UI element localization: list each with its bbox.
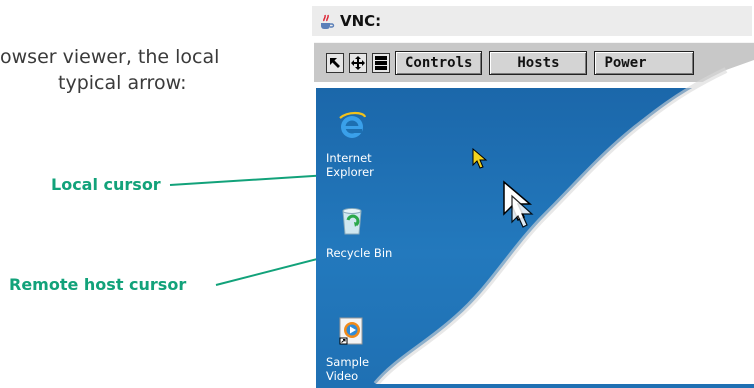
move-icon[interactable] xyxy=(349,52,367,73)
vnc-titlebar[interactable]: VNC: xyxy=(312,6,752,36)
desktop-icon-label: Recycle Bin xyxy=(326,246,393,260)
internet-explorer-icon xyxy=(339,111,367,138)
vnc-viewer-window: VNC: Controls Hosts Power Internet Explo… xyxy=(306,0,754,388)
controls-button[interactable]: Controls xyxy=(395,50,483,75)
media-player-icon xyxy=(339,317,363,345)
desktop-icon-label: Sample Video xyxy=(326,355,370,383)
intro-line-2: typical arrow: xyxy=(58,72,187,94)
remote-cursor-label: Remote host cursor xyxy=(9,275,187,294)
desktop-icon-internet-explorer[interactable]: Internet Explorer xyxy=(326,110,396,179)
ctrl-alt-del-icon[interactable] xyxy=(372,52,390,73)
intro-text: owser viewer, the local typical arrow: xyxy=(0,44,219,96)
local-cursor-icon xyxy=(472,148,488,169)
vnc-toolbar: Controls Hosts Power xyxy=(314,42,754,82)
remote-cursor-icon xyxy=(503,180,534,228)
recycle-bin-icon xyxy=(342,208,362,235)
desktop-icon-label: Internet xyxy=(326,151,372,165)
desktop-icon-label: Explorer xyxy=(326,165,374,179)
java-coffee-icon xyxy=(321,14,335,29)
power-button[interactable]: Power xyxy=(594,50,695,75)
desktop-icon-sample-video[interactable]: Sample Video xyxy=(326,314,396,383)
hosts-button[interactable]: Hosts xyxy=(489,50,588,75)
scale-arrow-icon[interactable] xyxy=(326,52,344,73)
desktop-icon-recycle-bin[interactable]: Recycle Bin xyxy=(326,205,396,260)
intro-line-1: owser viewer, the local xyxy=(0,46,220,68)
local-cursor-label: Local cursor xyxy=(51,175,161,194)
window-title: VNC: xyxy=(340,12,382,30)
